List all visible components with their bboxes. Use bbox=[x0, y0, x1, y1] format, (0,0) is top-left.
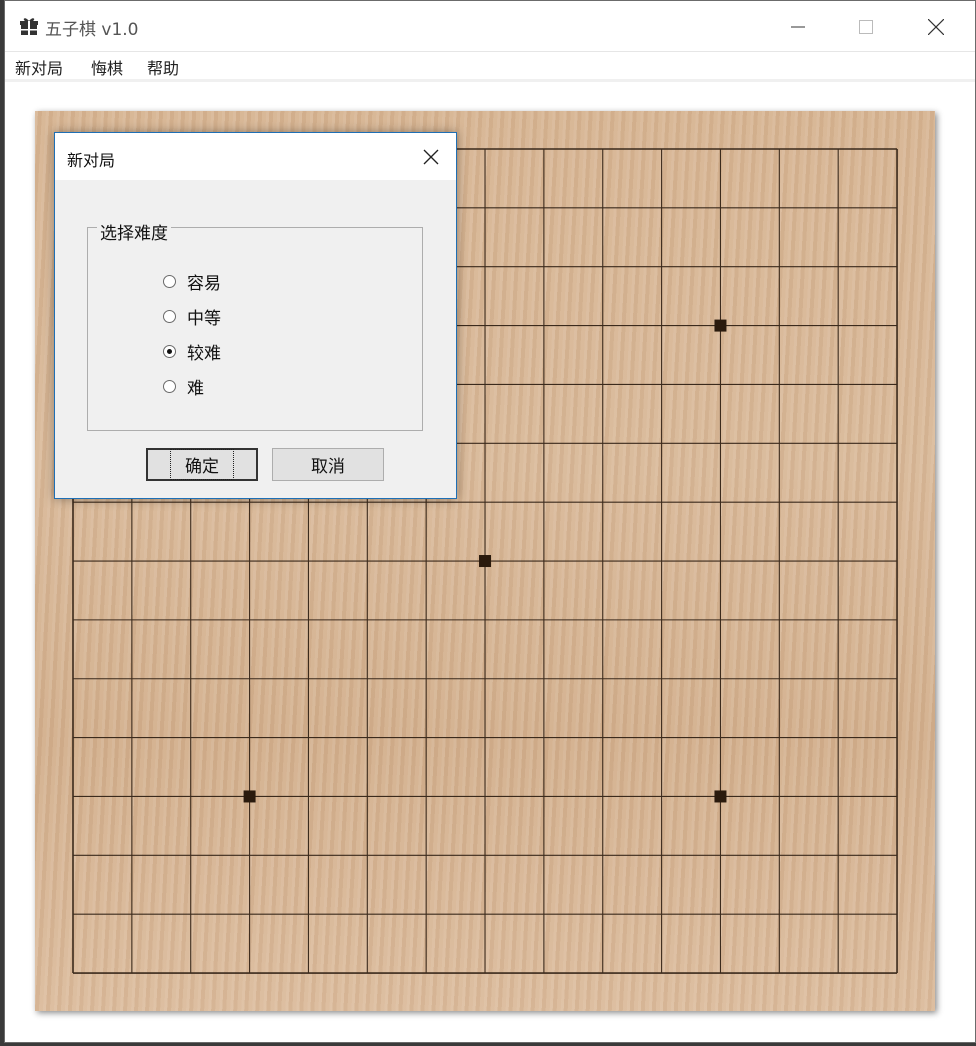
radio-easy[interactable]: 容易 bbox=[163, 269, 221, 294]
star-point bbox=[243, 790, 256, 803]
radio-button-checked[interactable] bbox=[163, 344, 176, 358]
minimize-icon bbox=[791, 26, 805, 28]
minimize-button[interactable] bbox=[775, 9, 821, 45]
ok-button[interactable]: 确定 bbox=[146, 448, 258, 481]
menu-help[interactable]: 帮助 bbox=[147, 55, 179, 79]
difficulty-group-label: 选择难度 bbox=[97, 219, 171, 244]
menu-undo[interactable]: 悔棋 bbox=[91, 55, 123, 79]
radio-label: 容易 bbox=[187, 273, 221, 294]
radio-button[interactable] bbox=[163, 379, 176, 393]
gift-icon bbox=[20, 18, 38, 35]
maximize-icon bbox=[859, 20, 873, 34]
star-point bbox=[714, 790, 727, 803]
dialog-title: 新对局 bbox=[67, 151, 116, 170]
radio-very-hard[interactable]: 难 bbox=[163, 374, 204, 399]
star-point bbox=[479, 555, 492, 568]
new-game-dialog: 新对局 选择难度 容易 中等 较难 难 确定 取消 bbox=[54, 132, 457, 499]
close-icon bbox=[423, 149, 439, 165]
close-icon bbox=[928, 19, 944, 35]
radio-label: 较难 bbox=[187, 343, 221, 364]
cancel-button-label: 取消 bbox=[311, 457, 345, 477]
maximize-button[interactable] bbox=[843, 9, 889, 45]
difficulty-groupbox bbox=[87, 227, 423, 431]
title-bar[interactable]: 五子棋 v1.0 bbox=[5, 1, 975, 51]
cancel-button[interactable]: 取消 bbox=[272, 448, 384, 481]
star-point bbox=[714, 319, 727, 332]
radio-label: 中等 bbox=[187, 308, 221, 329]
menu-bar: 新对局 悔棋 帮助 bbox=[5, 51, 975, 82]
dialog-title-bar[interactable]: 新对局 bbox=[55, 133, 456, 180]
ok-button-label: 确定 bbox=[170, 449, 234, 480]
radio-button[interactable] bbox=[163, 309, 176, 323]
radio-hard[interactable]: 较难 bbox=[163, 339, 221, 364]
radio-button[interactable] bbox=[163, 274, 176, 288]
radio-medium[interactable]: 中等 bbox=[163, 304, 221, 329]
radio-label: 难 bbox=[187, 378, 204, 399]
menu-new-game[interactable]: 新对局 bbox=[15, 55, 63, 79]
close-button[interactable] bbox=[913, 9, 959, 45]
dialog-close-button[interactable] bbox=[416, 143, 446, 171]
window-title: 五子棋 v1.0 bbox=[45, 20, 139, 40]
